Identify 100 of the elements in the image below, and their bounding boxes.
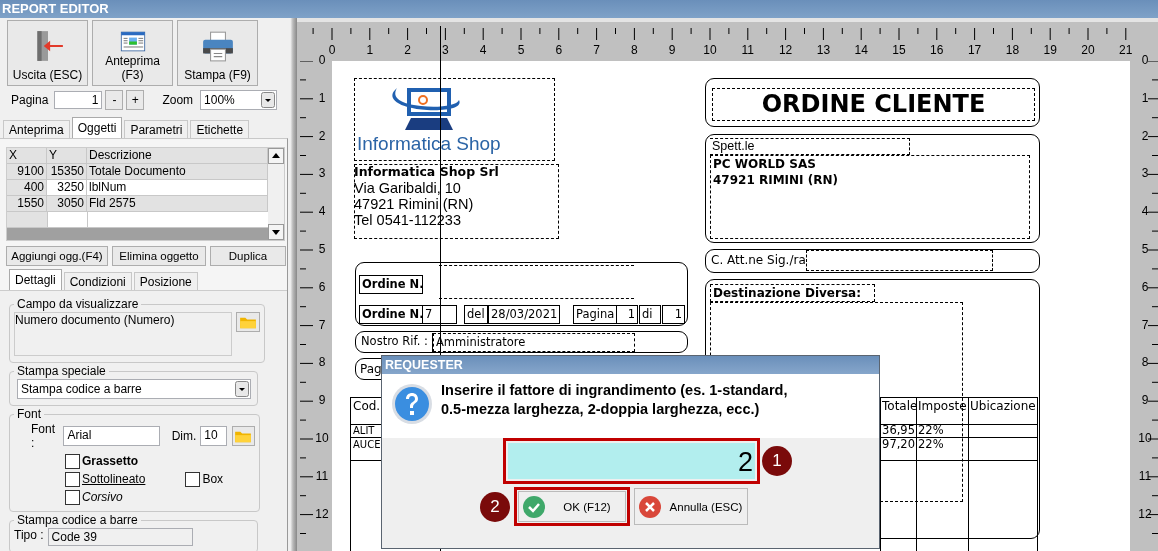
page-field[interactable]: 1 [54, 91, 103, 109]
size-field[interactable]: 10 [200, 426, 227, 446]
toolbar-button[interactable]: Uscita (ESC) [7, 20, 88, 86]
input-field[interactable]: 2 [508, 443, 755, 479]
checkbox[interactable] [65, 471, 80, 487]
ruler-number: 21 [1118, 43, 1134, 57]
object-button[interactable]: Elimina oggetto [112, 246, 206, 266]
company-name: Informatica Shop Srl [354, 164, 499, 180]
ruler-number: 10 [702, 43, 718, 57]
object-button[interactable]: Aggiungi ogg.(F4) [6, 246, 108, 266]
tab[interactable]: Posizione [133, 272, 198, 290]
scroll-up-icon[interactable] [268, 148, 284, 164]
cancel-button[interactable]: Annulla (ESC) [634, 488, 748, 525]
window-title: REPORT EDITOR [2, 1, 109, 16]
ruler-number: 8 [630, 43, 639, 57]
tab[interactable]: Condizioni [63, 272, 132, 290]
table-cell: 22% [918, 438, 944, 451]
ruler-number: 6 [1140, 279, 1150, 294]
font-field[interactable]: Arial [63, 426, 160, 446]
printer-icon [200, 29, 235, 63]
ruler-number: 6 [317, 279, 327, 294]
ruler-number: 16 [929, 43, 945, 57]
page-label: Pagina [11, 93, 49, 107]
page-count: 1 [662, 305, 685, 324]
recipient-address: PC WORLD SAS 47921 RIMINI (RN) [710, 155, 1030, 239]
checkbox[interactable] [65, 489, 80, 505]
tab[interactable]: Etichette [190, 120, 250, 138]
toolbar-button[interactable]: Anteprima (F3) [92, 20, 173, 86]
field-textarea[interactable]: Numero documento (Numero) [14, 312, 232, 356]
ruler-number: 8 [1140, 355, 1150, 370]
ruler-number: 0 [1140, 53, 1150, 67]
ruler-number: 12 [777, 43, 794, 57]
ruler-number: 1 [317, 90, 327, 105]
tab[interactable]: Dettagli [9, 269, 62, 290]
tab[interactable]: Parametri [124, 120, 189, 138]
table-cell: 36,95 [881, 424, 915, 437]
order-label: Ordine N. [359, 305, 423, 324]
zoom-label: Zoom [162, 93, 194, 107]
ruler-number: 12 [1138, 506, 1152, 521]
ruler-number: 0 [327, 43, 337, 57]
checkbox[interactable] [185, 471, 201, 487]
ruler-number: 1 [365, 43, 375, 57]
ruler-number: 0 [317, 53, 327, 67]
scrollbar[interactable] [268, 148, 284, 240]
checkbox-label: Corsivo [82, 490, 123, 504]
table-cell: 1550 [7, 196, 47, 212]
ruler-number: 11 [1138, 468, 1152, 483]
tab[interactable]: Oggetti [71, 117, 123, 138]
ruler-number: 6 [554, 43, 564, 57]
ruler-number: 7 [592, 43, 601, 57]
ruler-number: 3 [441, 43, 450, 57]
size-label: Dim. [171, 429, 197, 443]
next-page-button[interactable]: + [126, 90, 145, 110]
ruler-number: 13 [815, 43, 832, 57]
ruler-number: 5 [516, 43, 526, 57]
of-label: di [639, 305, 661, 324]
ruler-number: 9 [317, 393, 327, 408]
ruler-number: 4 [1140, 204, 1150, 219]
table-cell: 9100 [7, 164, 47, 180]
previous-page-button[interactable]: - [105, 90, 124, 110]
ruler-number: 5 [1140, 242, 1150, 256]
ruler-number: 19 [1042, 43, 1058, 57]
font-label: Font : [31, 422, 56, 450]
question-icon [391, 383, 433, 425]
recipient-label: Spett.le [710, 138, 910, 155]
scroll-down-icon[interactable] [268, 224, 284, 240]
column-header: Ubicazione [970, 399, 1036, 413]
page-label: Pagina [573, 305, 617, 324]
ruler-number: 14 [853, 43, 869, 57]
ruler-number: 15 [891, 43, 907, 57]
ruler-number: 10 [1138, 431, 1152, 445]
column-header: Totale [882, 399, 918, 413]
checkbox[interactable] [65, 453, 80, 469]
zoom-dropdown[interactable]: 100% [200, 90, 278, 110]
table-cell: 400 [7, 180, 47, 196]
type-field[interactable]: Code 39 [47, 528, 193, 546]
page-label: Pag [360, 362, 382, 376]
ruler-number: 4 [478, 43, 488, 57]
ruler-number: 10 [315, 431, 329, 445]
special-print-dropdown[interactable]: Stampa codice a barre [17, 379, 251, 399]
column-header: X [7, 148, 47, 164]
table-cell: 22% [918, 424, 944, 437]
checkbox-label: Sottolineato [82, 472, 146, 486]
check-circle-icon [523, 495, 545, 518]
table-cell: 97,20 [881, 438, 915, 451]
group-title: Stampa speciale [16, 364, 107, 378]
group-title: Font [16, 407, 42, 421]
ok-button[interactable]: OK (F12) [518, 491, 626, 522]
ruler-number: 3 [317, 166, 327, 181]
ruler-number: 12 [315, 506, 329, 521]
ruler-number: 8 [317, 355, 327, 370]
order-number: 7 [422, 305, 457, 324]
object-button[interactable]: Duplica [210, 246, 286, 266]
checkbox-label: Grassetto [82, 454, 139, 468]
ruler-number: 7 [317, 317, 327, 332]
toolbar-button[interactable]: Stampa (F9) [177, 20, 258, 86]
ruler-number: 2 [317, 128, 327, 143]
tab[interactable]: Anteprima [3, 120, 70, 138]
ruler-number: 4 [317, 204, 327, 219]
ruler-number: 18 [1004, 43, 1021, 57]
